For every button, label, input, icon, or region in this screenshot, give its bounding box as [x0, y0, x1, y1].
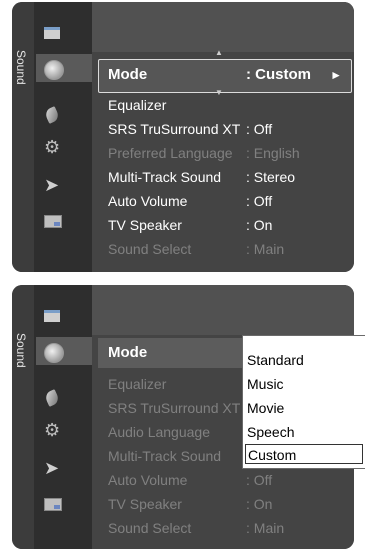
scroll-up-icon: ▲: [215, 48, 223, 57]
menu-item-label: Preferred Language: [108, 145, 233, 161]
sound-icon[interactable]: [42, 60, 64, 80]
menu-item-label: Sound Select: [108, 241, 192, 257]
mode-option-standard[interactable]: Standard: [247, 350, 359, 370]
input-icon[interactable]: ➤: [42, 459, 64, 479]
input-icon[interactable]: ➤: [42, 176, 64, 196]
menu-item-preferred-language: Preferred Language : English: [108, 143, 344, 163]
menu-item-label: Equalizer: [108, 376, 167, 392]
menu-item-value: : Main: [246, 241, 285, 257]
sound-icon[interactable]: [42, 343, 64, 363]
icon-column: [34, 2, 92, 272]
menu-top-strip: [92, 285, 354, 335]
mode-dropdown: Standard Music Movie Speech Custom: [242, 335, 365, 469]
menu-item-auto-volume: Auto Volume : Off: [108, 470, 344, 490]
mode-option-speech[interactable]: Speech: [247, 422, 359, 442]
menu-item-value: : English: [246, 145, 300, 161]
menu-item-equalizer[interactable]: Equalizer: [108, 95, 344, 115]
menu-item-label: Multi-Track Sound: [108, 448, 222, 464]
menu-item-sound-select: Sound Select : Main: [108, 518, 344, 538]
menu-item-value: : On: [246, 217, 273, 233]
menu-item-sound-select: Sound Select : Main: [108, 239, 344, 259]
setup-icon[interactable]: ⚙: [42, 138, 64, 156]
menu-item-label: Auto Volume: [108, 472, 188, 488]
application-icon[interactable]: [42, 212, 64, 230]
menu-item-label: SRS TruSurround XT: [108, 121, 241, 137]
menu-side-tab: Sound: [12, 285, 34, 549]
mode-label: Mode: [108, 66, 148, 83]
menu-item-label: Audio Language: [108, 424, 210, 440]
menu-item-srs[interactable]: SRS TruSurround XT : Off: [108, 119, 344, 139]
mode-value: : Custom: [246, 66, 311, 83]
menu-item-label: Multi-Track Sound: [108, 169, 222, 185]
picture-icon[interactable]: [42, 22, 64, 40]
setup-icon[interactable]: ⚙: [42, 421, 64, 439]
submenu-arrow-icon: ►: [330, 68, 342, 82]
picture-icon[interactable]: [42, 305, 64, 323]
menu-item-label: TV Speaker: [108, 496, 182, 512]
menu-item-value: : Off: [246, 121, 273, 137]
menu-item-tv-speaker[interactable]: TV Speaker : On: [108, 215, 344, 235]
menu-item-label: Auto Volume: [108, 193, 188, 209]
menu-side-tab: Sound: [12, 2, 34, 272]
menu-item-tv-speaker: TV Speaker : On: [108, 494, 344, 514]
mode-label: Mode: [108, 344, 148, 361]
menu-item-value: : Off: [246, 472, 273, 488]
sound-side-label: Sound: [14, 333, 28, 368]
menu-item-auto-volume[interactable]: Auto Volume : Off: [108, 191, 344, 211]
channel-icon[interactable]: [42, 389, 64, 407]
menu-item-value: : Stereo: [246, 169, 296, 185]
menu-item-value: : Main: [246, 520, 285, 536]
menu-item-label: Equalizer: [108, 97, 167, 113]
menu-item-label: Sound Select: [108, 520, 192, 536]
sound-menu-panel: Sound ⚙ ➤ ▲ ▼ Mode : Custom ► Equalizer …: [12, 2, 354, 272]
mode-option-custom[interactable]: Custom: [245, 444, 363, 464]
application-icon[interactable]: [42, 495, 64, 513]
mode-option-movie[interactable]: Movie: [247, 398, 359, 418]
channel-icon[interactable]: [42, 106, 64, 124]
menu-item-value: : On: [246, 496, 273, 512]
mode-row[interactable]: Mode : Custom ►: [108, 65, 344, 85]
menu-item-label: TV Speaker: [108, 217, 182, 233]
menu-item-value: : Off: [246, 193, 273, 209]
mode-option-music[interactable]: Music: [247, 374, 359, 394]
menu-top-strip: [92, 2, 354, 52]
menu-item-multi-track[interactable]: Multi-Track Sound : Stereo: [108, 167, 344, 187]
sound-side-label: Sound: [14, 50, 28, 85]
menu-item-label: SRS TruSurround XT: [108, 400, 241, 416]
